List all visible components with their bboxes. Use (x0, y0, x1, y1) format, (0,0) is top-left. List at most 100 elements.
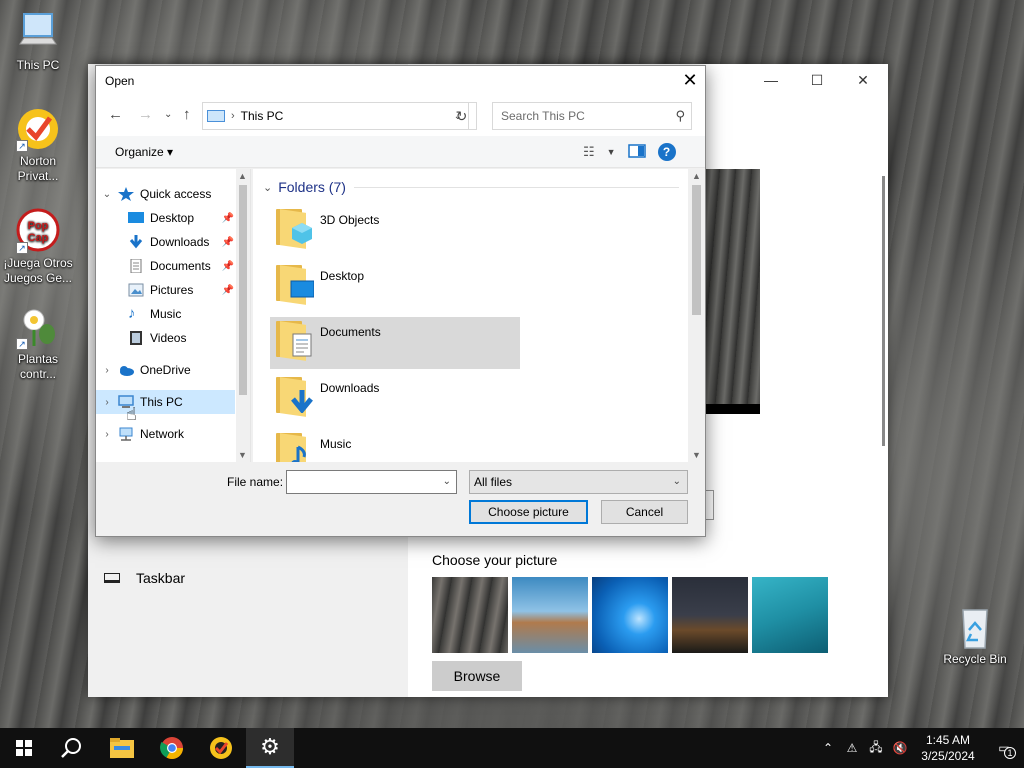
scroll-up-icon[interactable]: ▲ (692, 171, 701, 181)
pictures-folder-icon (128, 283, 144, 297)
folder-name: Downloads (320, 381, 380, 395)
chevron-down-icon[interactable]: ⌄ (673, 471, 681, 493)
nav-item-label: Taskbar (136, 570, 186, 586)
tree-item-onedrive[interactable]: › OneDrive (96, 358, 235, 382)
collapsed-chevron-icon[interactable]: › (96, 429, 118, 440)
settings-scrollbar[interactable] (882, 176, 885, 446)
clock-date: 3/25/2024 (921, 749, 975, 763)
organize-button[interactable]: Organize ▾ (115, 145, 173, 159)
file-list-pane: ⌄ Folders (7) 3D Objects Desktop Documen (253, 169, 705, 462)
picture-thumb[interactable] (432, 577, 508, 653)
tree-item-documents[interactable]: Documents 📌 (96, 254, 235, 278)
settings-button[interactable]: ⚙ (246, 728, 294, 768)
notifications-icon[interactable]: ▭ 1 (984, 741, 1024, 759)
change-view-icon[interactable]: ☷ (583, 144, 595, 160)
folder-item-3d-objects[interactable]: 3D Objects (270, 205, 520, 257)
file-explorer-button[interactable] (98, 728, 146, 768)
scroll-up-icon[interactable]: ▲ (238, 171, 247, 181)
file-list-scrollbar[interactable]: ▲ ▼ (688, 169, 705, 462)
search-box[interactable]: ⚲ (492, 102, 692, 130)
scroll-down-icon[interactable]: ▼ (692, 450, 701, 460)
start-button[interactable] (0, 728, 48, 768)
expanded-chevron-icon[interactable]: ⌄ (96, 189, 118, 200)
folder-item-documents[interactable]: Documents (270, 317, 520, 369)
folder-icon (276, 431, 316, 462)
music-folder-icon: ♪ (128, 305, 136, 322)
address-bar[interactable]: › This PC ⌄ (202, 102, 469, 130)
search-button[interactable] (48, 728, 96, 768)
scrollbar-thumb[interactable] (692, 185, 701, 315)
refresh-button[interactable]: ↻ (447, 102, 477, 130)
help-icon[interactable]: ? (657, 143, 676, 161)
norton-button[interactable] (197, 728, 245, 768)
chevron-down-icon[interactable]: ⌄ (443, 476, 451, 487)
file-type-value: All files (474, 475, 513, 489)
file-name-combobox[interactable]: ⌄ (286, 470, 457, 494)
nav-item-taskbar[interactable]: Taskbar (104, 570, 185, 586)
cancel-button[interactable]: Cancel (601, 500, 688, 524)
file-name-input[interactable] (287, 471, 435, 493)
clock[interactable]: 1:45 AM 3/25/2024 (912, 732, 984, 764)
desktop-icon-popcap[interactable]: Pop Cap ↗ ¡Juega Otros Juegos Ge... (0, 208, 76, 286)
desktop-folder-icon (128, 211, 144, 225)
browse-button[interactable]: Browse (432, 661, 522, 691)
tree-item-label: Quick access (140, 187, 212, 201)
background-preview (704, 169, 760, 414)
desktop-icon-norton[interactable]: ↗ Norton Privat... (0, 106, 76, 184)
scroll-down-icon[interactable]: ▼ (238, 450, 247, 460)
tree-item-desktop[interactable]: Desktop 📌 (96, 206, 235, 230)
tree-item-network[interactable]: › Network (96, 422, 235, 446)
chrome-button[interactable] (148, 728, 196, 768)
recent-locations-chevron-icon[interactable]: ⌄ (164, 109, 172, 120)
dialog-close-button[interactable]: ✕ (675, 66, 705, 96)
forward-arrow-icon[interactable]: → (138, 106, 153, 123)
show-hidden-icons-chevron-icon[interactable]: ⌃ (816, 741, 840, 755)
maximize-button[interactable]: ☐ (794, 64, 840, 96)
folder-item-desktop[interactable]: Desktop (270, 261, 520, 313)
expanded-chevron-icon[interactable]: ⌄ (263, 181, 272, 194)
picture-thumb[interactable] (752, 577, 828, 653)
documents-folder-icon (128, 258, 144, 274)
breadcrumb-this-pc[interactable]: This PC (241, 109, 284, 123)
chevron-down-icon[interactable]: ▼ (607, 147, 616, 157)
back-arrow-icon[interactable]: ← (108, 106, 123, 123)
action-center-warning-icon[interactable]: ⚠ (840, 741, 864, 755)
close-button[interactable]: ✕ (840, 64, 886, 96)
network-disconnected-icon[interactable]: 🖧 (864, 738, 888, 759)
folder-icon (276, 375, 316, 417)
desktop-icon-recycle-bin[interactable]: Recycle Bin (937, 604, 1013, 667)
folder-item-downloads[interactable]: Downloads (270, 373, 520, 425)
tree-item-pictures[interactable]: Pictures 📌 (96, 278, 235, 302)
tree-item-downloads[interactable]: Downloads 📌 (96, 230, 235, 254)
navigation-pane-scrollbar[interactable]: ▲ ▼ (236, 169, 250, 462)
dialog-toolbar: Organize ▾ ☷ ▼ ? (96, 136, 705, 168)
desktop-icon (290, 280, 314, 298)
tree-item-quick-access[interactable]: ⌄ Quick access (96, 182, 235, 206)
picture-thumb[interactable] (512, 577, 588, 653)
shortcut-arrow-icon: ↗ (16, 140, 28, 152)
folder-item-music[interactable]: Music (270, 429, 520, 462)
volume-muted-icon[interactable]: 🔇 (888, 741, 912, 755)
collapsed-chevron-icon[interactable]: › (96, 397, 118, 408)
up-arrow-icon[interactable]: ↑ (183, 106, 191, 123)
collapsed-chevron-icon[interactable]: › (96, 365, 118, 376)
videos-folder-icon (128, 331, 144, 345)
minimize-button[interactable]: — (748, 64, 794, 96)
picture-thumb[interactable] (592, 577, 668, 653)
svg-text:Pop: Pop (28, 220, 49, 232)
tree-item-this-pc[interactable]: › This PC (96, 390, 235, 414)
desktop-icon-plants[interactable]: ↗ Plantas contr... (0, 304, 76, 382)
tree-item-videos[interactable]: Videos (96, 326, 235, 350)
file-type-select[interactable]: All files ⌄ (469, 470, 688, 494)
desktop-icon-this-pc[interactable]: This PC (0, 10, 76, 73)
folders-group-header[interactable]: ⌄ Folders (7) (263, 179, 679, 195)
picture-thumb[interactable] (672, 577, 748, 653)
view-controls: ☷ ▼ ? (583, 143, 676, 161)
search-input[interactable] (501, 109, 661, 123)
preview-pane-icon[interactable] (627, 143, 646, 161)
tree-item-music[interactable]: ♪ Music (96, 302, 235, 326)
scrollbar-thumb[interactable] (239, 185, 247, 395)
choose-picture-button[interactable]: Choose picture (469, 500, 588, 524)
tree-item-label: Network (140, 427, 185, 441)
dialog-titlebar: Open ✕ (96, 66, 705, 96)
